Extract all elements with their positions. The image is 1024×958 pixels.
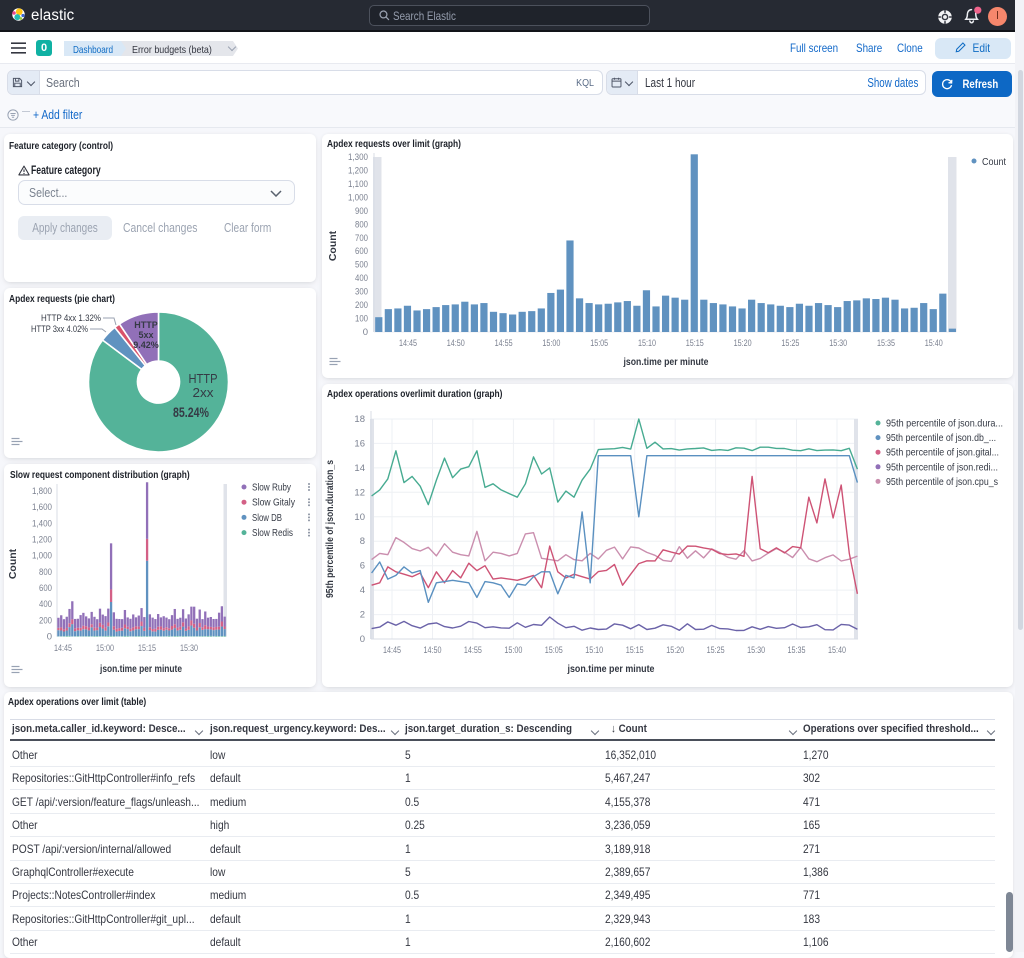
svg-text:500: 500 [355,260,368,271]
svg-text:400: 400 [355,273,368,284]
svg-text:100: 100 [355,314,368,325]
svg-text:15:25: 15:25 [707,645,725,656]
svg-text:HTTP 4xx 1.32%: HTTP 4xx 1.32% [41,313,101,323]
svg-text:800: 800 [39,567,52,578]
svg-text:700: 700 [355,233,368,244]
svg-text:15:30: 15:30 [747,645,765,656]
svg-text:Count: Count [327,230,339,261]
svg-text:95th percentile of json.durati: 95th percentile of json.duration_s [324,460,336,598]
svg-text:2: 2 [360,610,365,621]
svg-text:95th percentile of json.redi..: 95th percentile of json.redi... [886,461,998,473]
svg-text:600: 600 [355,246,368,257]
svg-text:15:40: 15:40 [828,645,846,656]
svg-text:800: 800 [355,219,368,230]
svg-text:1,800: 1,800 [32,486,52,497]
svg-text:95th percentile of json.db_...: 95th percentile of json.db_... [886,432,996,444]
svg-text:14:45: 14:45 [383,645,401,656]
svg-text:HTTP 3xx 4.02%: HTTP 3xx 4.02% [31,324,88,334]
svg-text:Slow DB: Slow DB [252,512,282,524]
svg-text:200: 200 [39,615,52,626]
svg-text:2xx: 2xx [193,385,215,400]
svg-text:14:50: 14:50 [447,338,465,349]
svg-text:15:05: 15:05 [590,338,608,349]
svg-text:8: 8 [360,536,365,547]
svg-text:400: 400 [39,599,52,610]
svg-text:15:30: 15:30 [829,338,847,349]
svg-text:4: 4 [360,585,365,596]
svg-text:1,600: 1,600 [32,502,52,513]
svg-text:Slow Redis: Slow Redis [252,527,293,539]
svg-text:600: 600 [39,583,52,594]
svg-text:15:05: 15:05 [545,645,563,656]
svg-text:15:10: 15:10 [638,338,656,349]
svg-text:14:45: 14:45 [54,643,72,654]
svg-text:14: 14 [354,463,365,474]
svg-text:Count: Count [982,156,1006,168]
svg-text:1,300: 1,300 [348,152,368,163]
svg-text:300: 300 [355,287,368,298]
svg-text:Slow Ruby: Slow Ruby [252,482,292,494]
svg-text:15:00: 15:00 [96,643,114,654]
svg-text:95th percentile of json.dura..: 95th percentile of json.dura... [886,418,1003,430]
svg-text:5xx: 5xx [138,330,153,340]
svg-text:0: 0 [360,634,365,645]
svg-text:15:15: 15:15 [686,338,704,349]
svg-text:json.time per minute: json.time per minute [623,356,709,368]
svg-text:15:15: 15:15 [626,645,644,656]
svg-text:15:30: 15:30 [180,643,198,654]
svg-text:9.42%: 9.42% [133,340,159,350]
svg-text:18: 18 [354,414,365,425]
svg-text:1,200: 1,200 [32,535,52,546]
svg-text:14:55: 14:55 [495,338,513,349]
svg-text:15:40: 15:40 [925,338,943,349]
svg-text:Count: Count [7,548,19,579]
svg-text:15:20: 15:20 [734,338,752,349]
svg-text:14:55: 14:55 [464,645,482,656]
svg-text:14:50: 14:50 [424,645,442,656]
svg-text:10: 10 [354,512,365,523]
svg-text:0: 0 [47,632,52,643]
svg-text:15:35: 15:35 [877,338,895,349]
svg-text:15:10: 15:10 [585,645,603,656]
svg-text:15:20: 15:20 [666,645,684,656]
svg-text:95th percentile of json.gital.: 95th percentile of json.gital... [886,447,999,459]
svg-text:15:15: 15:15 [138,643,156,654]
svg-text:16: 16 [354,438,365,449]
svg-text:95th percentile of json.cpu_s: 95th percentile of json.cpu_s [886,476,998,488]
svg-text:14:45: 14:45 [399,338,417,349]
svg-text:15:00: 15:00 [542,338,560,349]
svg-text:0: 0 [363,327,368,338]
svg-text:1,000: 1,000 [348,192,368,203]
svg-text:85.24%: 85.24% [173,405,209,420]
svg-text:15:25: 15:25 [781,338,799,349]
svg-text:json.time per minute: json.time per minute [99,663,182,675]
svg-text:900: 900 [355,206,368,217]
svg-text:15:00: 15:00 [504,645,522,656]
svg-text:6: 6 [360,561,365,572]
svg-text:1,000: 1,000 [32,551,52,562]
svg-text:1,100: 1,100 [348,179,368,190]
svg-text:HTTP: HTTP [189,371,218,386]
svg-text:HTTP: HTTP [134,320,158,330]
svg-text:1,200: 1,200 [348,166,368,177]
svg-text:1,400: 1,400 [32,518,52,529]
svg-text:12: 12 [354,487,365,498]
svg-text:Slow Gitaly: Slow Gitaly [252,497,296,509]
svg-text:200: 200 [355,300,368,311]
svg-text:json.time per minute: json.time per minute [567,663,655,675]
svg-text:15:35: 15:35 [788,645,806,656]
